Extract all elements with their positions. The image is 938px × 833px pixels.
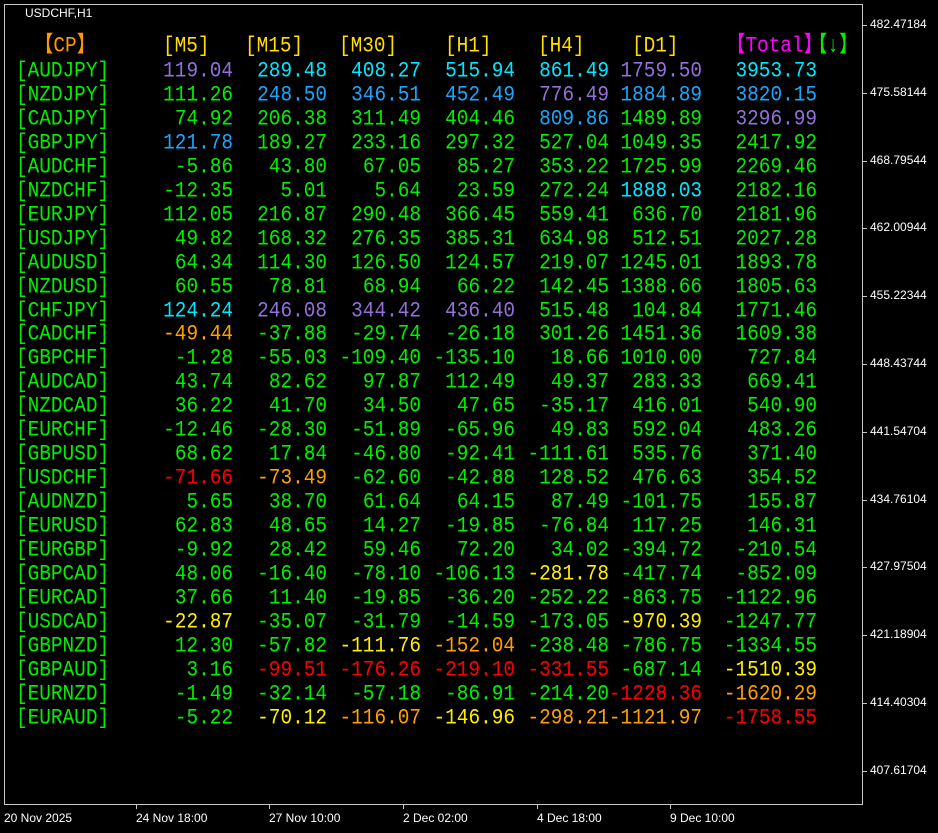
price-label: 468.79544 xyxy=(870,152,927,167)
time-tick xyxy=(269,805,270,809)
price-tick xyxy=(863,160,867,162)
price-tick xyxy=(863,770,867,772)
price-tick xyxy=(863,703,867,704)
header-col-0: [M5] xyxy=(163,33,210,59)
price-tick xyxy=(863,567,867,569)
header-col-5: [D1] xyxy=(632,33,679,59)
price-tick xyxy=(863,92,867,94)
price-tick xyxy=(863,296,867,298)
pair-label[interactable]: [NZDUSD] xyxy=(16,273,109,301)
time-tick xyxy=(403,805,404,809)
value-cell: -1121.97 xyxy=(608,704,702,731)
price-label: 421.18904 xyxy=(870,627,927,642)
chart-title: USDCHF,H1 xyxy=(25,6,93,20)
time-label: 27 Nov 10:00 xyxy=(269,811,341,825)
price-tick xyxy=(863,228,867,230)
price-tick xyxy=(863,499,867,501)
time-label: 24 Nov 18:00 xyxy=(136,811,208,825)
header-cp: 【CP】 xyxy=(34,33,97,59)
price-label: 414.40304 xyxy=(870,695,927,709)
header-col-2: [M30] xyxy=(339,33,398,59)
price-label: 427.97504 xyxy=(870,559,927,574)
time-label: 20 Nov 2025 xyxy=(4,811,73,825)
price-label: 475.58144 xyxy=(870,84,927,99)
value-cell: 1388.66 xyxy=(620,273,702,299)
header-col-1: [M15] xyxy=(245,33,304,59)
time-label: 9 Dec 10:00 xyxy=(670,811,735,825)
price-label: 434.76104 xyxy=(870,491,927,506)
price-tick xyxy=(863,635,867,637)
price-label: 441.54704 xyxy=(870,423,927,438)
header-col-4: [H4] xyxy=(538,33,585,59)
value-cell: -1758.55 xyxy=(723,704,817,731)
price-label: 455.22344 xyxy=(870,288,927,303)
price-label: 448.43744 xyxy=(870,356,927,370)
header-col-3: [H1] xyxy=(445,33,492,59)
time-tick xyxy=(136,805,137,809)
price-label: 482.47184 xyxy=(870,17,927,31)
time-tick xyxy=(670,805,671,809)
price-tick xyxy=(863,25,867,26)
value-cell: 1805.63 xyxy=(735,273,817,299)
time-tick xyxy=(537,805,538,809)
price-label: 407.61704 xyxy=(870,762,927,777)
price-label: 462.00944 xyxy=(870,220,927,235)
time-label: 2 Dec 02:00 xyxy=(403,811,468,825)
sort-desc-button[interactable]: 【↓】 xyxy=(808,32,858,60)
time-label: 4 Dec 18:00 xyxy=(537,811,602,825)
price-tick xyxy=(863,364,867,365)
price-tick xyxy=(863,431,867,433)
pair-label[interactable]: [EURAUD] xyxy=(16,704,109,732)
